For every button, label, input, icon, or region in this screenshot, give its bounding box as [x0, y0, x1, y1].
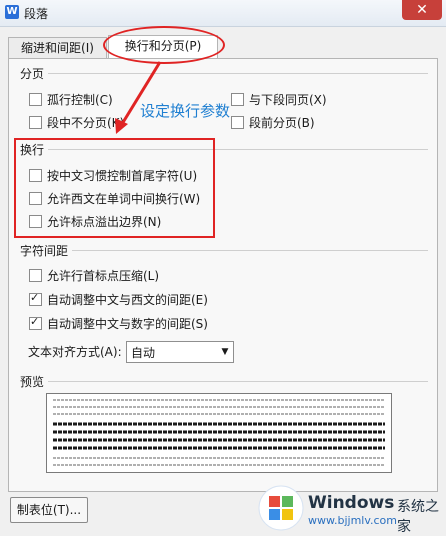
tab-stops-button[interactable]: 制表位(T)... [10, 497, 88, 523]
close-button[interactable]: ✕ [402, 0, 442, 20]
divider [48, 73, 428, 74]
checkbox-box-checked[interactable] [29, 291, 42, 306]
watermark: Windows 系统之家 www.bjjmlv.com [256, 483, 444, 535]
checkbox-box[interactable] [231, 93, 244, 106]
wps-app-icon: W [5, 5, 19, 19]
divider [72, 250, 428, 251]
annotation-rectangle [14, 138, 215, 238]
pagination-section-title: 分页 [20, 67, 45, 81]
watermark-cn: 系统之家 [397, 499, 439, 535]
tab-indent-spacing[interactable]: 缩进和间距(I) [8, 37, 107, 59]
checkbox-box[interactable] [231, 116, 244, 129]
checkbox-box[interactable] [29, 93, 42, 106]
keep-with-next-checkbox[interactable]: 与下段同页(X) [231, 91, 327, 108]
auto-space-chinese-western-checkbox[interactable]: 自动调整中文与西文的间距(E) [29, 291, 208, 308]
auto-space-chinese-numbers-label: 自动调整中文与数字的间距(S) [47, 317, 208, 331]
auto-space-chinese-numbers-checkbox[interactable]: 自动调整中文与数字的间距(S) [29, 315, 208, 332]
preview-lines-graphic [53, 399, 385, 466]
widow-control-label: 孤行控制(C) [47, 93, 113, 107]
keep-lines-together-label: 段中不分页(K) [47, 116, 125, 130]
compress-leading-punctuation-label: 允许行首标点压缩(L) [47, 269, 160, 283]
windows-logo-icon [258, 485, 304, 531]
annotation-text: 设定换行参数 [140, 102, 231, 120]
title-bar: W 段落 ✕ [0, 0, 446, 27]
keep-lines-together-checkbox[interactable]: 段中不分页(K) [29, 114, 124, 131]
compress-leading-punctuation-checkbox[interactable]: 允许行首标点压缩(L) [29, 267, 159, 284]
keep-with-next-label: 与下段同页(X) [249, 93, 327, 107]
preview-section-title: 预览 [20, 375, 45, 389]
dialog-title: 段落 [24, 7, 49, 21]
auto-space-chinese-western-label: 自动调整中文与西文的间距(E) [47, 293, 208, 307]
text-alignment-label: 文本对齐方式(A): [28, 345, 122, 359]
watermark-title: Windows [308, 493, 395, 513]
widow-control-checkbox[interactable]: 孤行控制(C) [29, 91, 113, 108]
checkbox-box[interactable] [29, 269, 42, 282]
char-spacing-section-title: 字符间距 [20, 244, 69, 258]
text-alignment-dropdown[interactable]: 自动 ▼ [126, 341, 234, 363]
paragraph-preview [46, 393, 392, 473]
watermark-url: www.bjjmlv.com [308, 514, 397, 527]
divider [48, 381, 428, 382]
annotation-oval [103, 26, 225, 64]
chevron-down-icon[interactable]: ▼ [217, 342, 233, 362]
text-alignment-value: 自动 [131, 346, 156, 360]
page-break-before-label: 段前分页(B) [249, 116, 315, 130]
checkbox-box-checked[interactable] [29, 315, 42, 330]
checkbox-box[interactable] [29, 116, 42, 129]
page-break-before-checkbox[interactable]: 段前分页(B) [231, 114, 315, 131]
